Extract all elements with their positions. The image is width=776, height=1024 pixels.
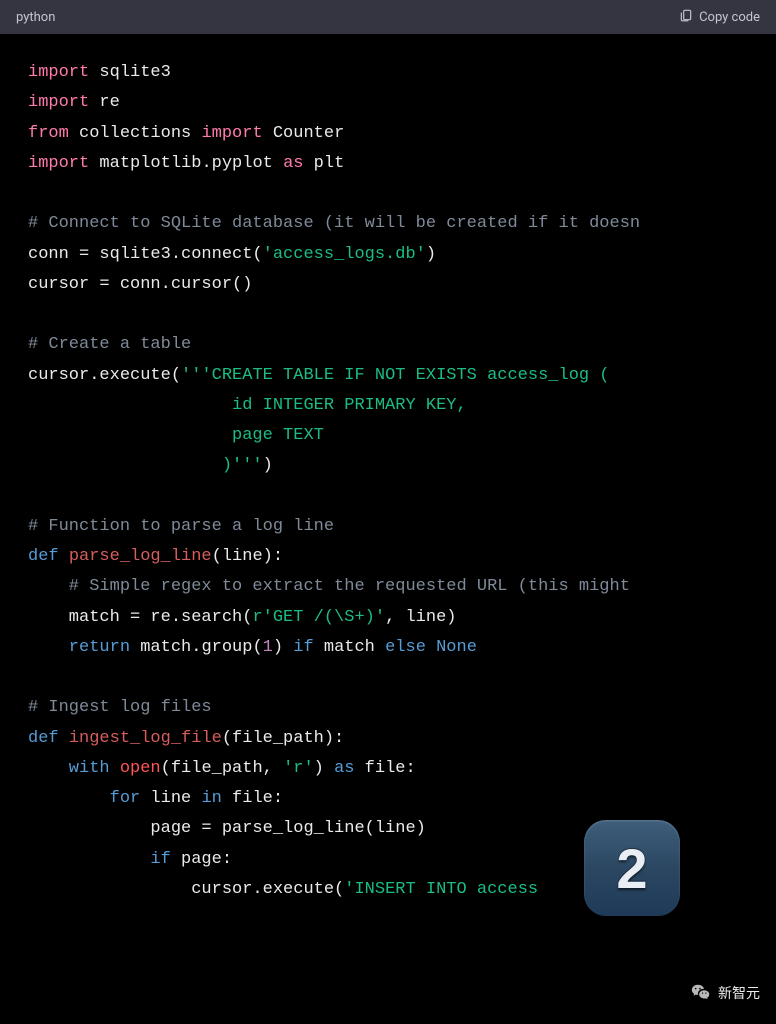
keyword-in: in [201, 789, 221, 808]
code-text: re [99, 93, 119, 112]
code-text: (line): [212, 547, 283, 566]
code-text: line [140, 789, 201, 808]
copy-code-label: Copy code [699, 10, 760, 25]
copy-code-button[interactable]: Copy code [679, 8, 760, 26]
code-text: sqlite3 [99, 63, 170, 82]
code-text: cursor.execute( [28, 366, 181, 385]
string-literal: 'access_logs.db' [263, 245, 426, 264]
code-text: cursor.execute( [28, 880, 344, 899]
keyword-from: from [28, 124, 69, 143]
code-text: (file_path, [161, 759, 283, 778]
watermark: 新智元 [690, 982, 760, 1004]
string-literal: r'GET /(\S+)' [252, 608, 385, 627]
string-literal: id INTEGER PRIMARY KEY, [28, 396, 467, 415]
number-literal: 1 [263, 638, 273, 657]
code-text: cursor = conn.cursor() [28, 275, 252, 294]
code-text: ) [314, 759, 334, 778]
code-text: match.group( [130, 638, 263, 657]
comment: # Connect to SQLite database (it will be… [28, 214, 640, 233]
code-text: ) [263, 456, 273, 475]
code-block-body: import sqlite3 import re from collection… [0, 34, 776, 929]
builtin-open: open [120, 759, 161, 778]
keyword-import: import [201, 124, 262, 143]
keyword-none: None [426, 638, 477, 657]
code-text: conn = sqlite3.connect( [28, 245, 263, 264]
code-text: matplotlib.pyplot [99, 154, 272, 173]
code-text: match [314, 638, 385, 657]
code-text: collections [79, 124, 191, 143]
string-literal: page TEXT [28, 426, 324, 445]
code-block-header: python Copy code [0, 0, 776, 34]
code-text: file: [354, 759, 415, 778]
code-text: plt [314, 154, 345, 173]
string-literal: )''' [28, 456, 263, 475]
keyword-with: with [28, 759, 110, 778]
function-name: parse_log_line [69, 547, 212, 566]
keyword-return: return [28, 638, 130, 657]
keyword-if: if [28, 850, 171, 869]
keyword-import: import [28, 154, 89, 173]
keyword-def: def [28, 729, 59, 748]
keyword-if: if [293, 638, 313, 657]
wechat-icon [690, 982, 712, 1004]
code-text: ) [426, 245, 436, 264]
badge-number: 2 [616, 836, 647, 901]
keyword-else: else [385, 638, 426, 657]
string-literal: '''CREATE TABLE IF NOT EXISTS access_log… [181, 366, 609, 385]
keyword-for: for [28, 789, 140, 808]
code-text: page = parse_log_line(line) [28, 819, 426, 838]
code-text: page: [171, 850, 232, 869]
clipboard-icon [679, 8, 693, 26]
keyword-as: as [283, 154, 303, 173]
string-literal: 'INSERT INTO access [344, 880, 538, 899]
function-name: ingest_log_file [69, 729, 222, 748]
keyword-def: def [28, 547, 59, 566]
code-text: , line) [385, 608, 456, 627]
string-literal: 'r' [283, 759, 314, 778]
comment: # Simple regex to extract the requested … [28, 577, 640, 596]
comment: # Function to parse a log line [28, 517, 334, 536]
keyword-import: import [28, 63, 89, 82]
code-text [110, 759, 120, 778]
keyword-import: import [28, 93, 89, 112]
code-text: file: [222, 789, 283, 808]
keyword-as: as [334, 759, 354, 778]
number-badge-icon: 2 [584, 820, 680, 916]
code-text: match = re.search( [28, 608, 252, 627]
language-label: python [16, 10, 55, 25]
watermark-label: 新智元 [718, 983, 760, 1003]
comment: # Ingest log files [28, 698, 212, 717]
code-text: (file_path): [222, 729, 344, 748]
code-text: Counter [273, 124, 344, 143]
comment: # Create a table [28, 335, 191, 354]
code-text: ) [273, 638, 293, 657]
